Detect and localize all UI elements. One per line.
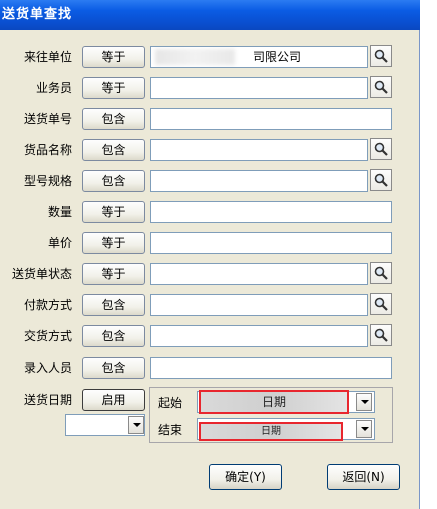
delivery-method-input[interactable] — [150, 325, 368, 347]
delivery-status-input[interactable] — [150, 263, 368, 285]
product-name-search-button[interactable] — [370, 138, 392, 160]
query-dialog: 送货单查找 来往单位 等于 司限公司 业务员 等于 送货单号 包含 货品名称 包… — [0, 0, 420, 509]
operator-button-contact-unit[interactable]: 等于 — [82, 46, 145, 68]
unit-price-input[interactable] — [150, 232, 392, 254]
label-payment-method: 付款方式 — [23, 298, 72, 312]
label-entry-person: 录入人员 — [23, 361, 72, 375]
label-delivery-date: 送货日期 — [23, 393, 72, 407]
date-range-select[interactable] — [65, 414, 145, 436]
delivery-number-input[interactable] — [150, 108, 392, 130]
model-spec-search-button[interactable] — [370, 169, 392, 191]
contact-unit-value: 司限公司 — [253, 50, 302, 64]
end-date-label: 结束 — [158, 423, 183, 437]
label-contact-unit: 来往单位 — [23, 50, 72, 64]
payment-method-input[interactable] — [150, 294, 368, 316]
operator-button-entry-person[interactable]: 包含 — [82, 357, 145, 379]
operator-button-payment-method[interactable]: 包含 — [82, 294, 145, 316]
entry-person-input[interactable] — [150, 357, 392, 379]
search-icon — [374, 328, 388, 342]
operator-button-delivery-number[interactable]: 包含 — [82, 108, 145, 130]
chevron-down-icon[interactable] — [356, 393, 372, 411]
label-unit-price: 单价 — [47, 236, 72, 250]
operator-button-product-name[interactable]: 包含 — [82, 139, 145, 161]
confirm-button[interactable]: 确定(Y) — [209, 464, 282, 490]
label-delivery-method: 交货方式 — [23, 329, 72, 343]
operator-button-unit-price[interactable]: 等于 — [82, 232, 145, 254]
operator-button-quantity[interactable]: 等于 — [82, 201, 145, 223]
label-delivery-number: 送货单号 — [23, 112, 72, 126]
model-spec-input[interactable] — [150, 170, 368, 192]
quantity-input[interactable] — [150, 201, 392, 223]
start-date-label: 起始 — [158, 396, 183, 410]
start-date-value: 日期 — [199, 390, 349, 414]
label-model-spec: 型号规格 — [23, 174, 72, 188]
search-icon — [374, 173, 388, 187]
chevron-down-icon[interactable] — [356, 420, 372, 438]
back-button[interactable]: 返回(N) — [327, 464, 400, 490]
redacted-text — [155, 49, 235, 65]
search-icon — [374, 80, 388, 94]
label-quantity: 数量 — [47, 205, 72, 219]
search-icon — [374, 266, 388, 280]
contact-unit-search-button[interactable] — [370, 45, 392, 67]
salesperson-input[interactable] — [150, 77, 368, 99]
window-title: 送货单查找 — [0, 0, 420, 30]
payment-method-search-button[interactable] — [370, 293, 392, 315]
label-salesperson: 业务员 — [35, 81, 72, 95]
operator-button-delivery-status[interactable]: 等于 — [82, 263, 145, 285]
salesperson-search-button[interactable] — [370, 76, 392, 98]
enable-date-button[interactable]: 启用 — [82, 389, 145, 411]
contact-unit-input[interactable]: 司限公司 — [150, 46, 368, 68]
chevron-down-icon[interactable] — [128, 416, 144, 434]
product-name-input[interactable] — [150, 139, 368, 161]
operator-button-delivery-method[interactable]: 包含 — [82, 325, 145, 347]
search-icon — [374, 49, 388, 63]
end-date-value: 日期 — [199, 422, 343, 441]
operator-button-model-spec[interactable]: 包含 — [82, 170, 145, 192]
operator-button-salesperson[interactable]: 等于 — [82, 77, 145, 99]
search-icon — [374, 142, 388, 156]
date-range-group: 起始 日期 结束 日期 — [149, 387, 393, 443]
label-product-name: 货品名称 — [23, 143, 72, 157]
label-delivery-status: 送货单状态 — [11, 267, 72, 281]
delivery-status-search-button[interactable] — [370, 262, 392, 284]
delivery-method-search-button[interactable] — [370, 324, 392, 346]
search-icon — [374, 297, 388, 311]
